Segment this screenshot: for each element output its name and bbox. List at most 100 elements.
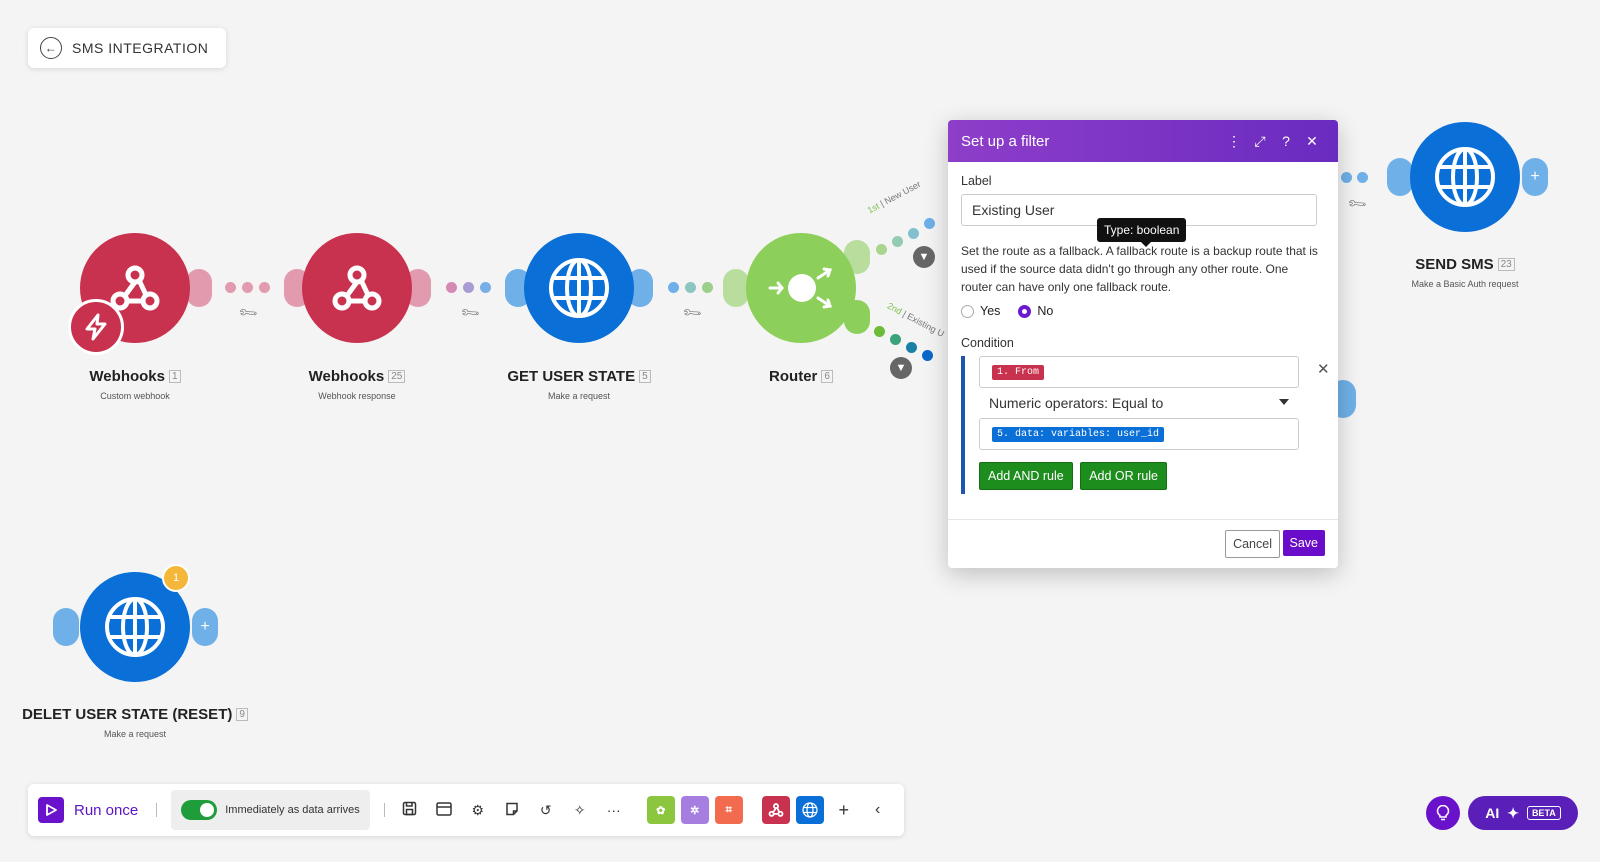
- expand-icon[interactable]: ⤢: [1247, 133, 1273, 150]
- flow-control-app-icon[interactable]: ✲: [680, 796, 709, 824]
- connector-dot: [242, 282, 253, 293]
- connector-dot: [908, 228, 919, 239]
- beta-badge: BETA: [1526, 806, 1561, 820]
- schedule-setting[interactable]: Immediately as data arrives: [171, 790, 370, 830]
- module-subtitle: Make a Basic Auth request: [1411, 279, 1519, 289]
- tools-app-icon[interactable]: ✿: [646, 796, 675, 824]
- connector-dot: [876, 244, 887, 255]
- operand-2-input[interactable]: 5. data: variables: user_id: [979, 418, 1299, 450]
- connector-dot: [874, 326, 885, 337]
- globe-icon: [1435, 147, 1495, 207]
- operand-1-input[interactable]: 1. From: [979, 356, 1299, 388]
- connector-dot: [463, 282, 474, 293]
- filter-icon[interactable]: ▼: [913, 246, 935, 268]
- module-id: 25: [388, 370, 406, 383]
- add-or-rule-button[interactable]: Add OR rule: [1080, 462, 1167, 490]
- module-name: SEND SMS: [1415, 256, 1494, 273]
- connector-dot: [892, 236, 903, 247]
- notes-icon[interactable]: [495, 802, 529, 819]
- settings-icon[interactable]: ⚙︎: [461, 802, 495, 819]
- undo-icon[interactable]: ↺: [529, 802, 563, 819]
- wrench-icon[interactable]: 🔧︎: [1346, 193, 1369, 216]
- module-name: DELET USER STATE (RESET): [22, 706, 233, 723]
- operator-value: Numeric operators: Equal to: [989, 395, 1164, 411]
- remove-condition-icon[interactable]: ✕: [1317, 360, 1330, 378]
- router-module[interactable]: [746, 233, 856, 343]
- module-label: Router 6: [671, 368, 931, 385]
- dialog-footer: Cancel Save: [948, 519, 1338, 568]
- module-connector: [53, 608, 79, 646]
- fallback-no-radio[interactable]: [1018, 304, 1032, 318]
- wrench-icon[interactable]: 🔧︎: [459, 302, 482, 325]
- route-label-new-user: 1st | New User: [865, 178, 923, 216]
- chevron-left-icon[interactable]: ‹: [861, 801, 895, 819]
- sparkle-icon: ✦: [1507, 804, 1519, 821]
- fallback-yes-label: Yes: [980, 304, 1001, 318]
- get-user-state-module[interactable]: [524, 233, 634, 343]
- run-once-label: Run once: [74, 801, 139, 819]
- text-parser-app-icon[interactable]: ⌗: [714, 796, 743, 824]
- back-arrow-icon[interactable]: ←: [40, 37, 62, 59]
- scheduling-icon[interactable]: [427, 801, 461, 819]
- operator-select[interactable]: Numeric operators: Equal to: [979, 388, 1299, 418]
- webhooks-app-icon[interactable]: [761, 796, 790, 824]
- connector-dot: [259, 282, 270, 293]
- module-id: 9: [236, 708, 248, 721]
- http-app-icon[interactable]: [795, 796, 824, 824]
- toolbar-divider: [383, 803, 385, 817]
- help-icon[interactable]: ?: [1273, 133, 1299, 149]
- wrench-icon[interactable]: 🔧︎: [681, 302, 704, 325]
- module-name: Webhooks: [89, 368, 165, 385]
- bottom-toolbar: Run once Immediately as data arrives ⚙︎ …: [28, 784, 904, 836]
- save-button[interactable]: Save: [1282, 530, 1325, 556]
- cancel-button[interactable]: Cancel: [1225, 530, 1280, 558]
- connector-dot: [702, 282, 713, 293]
- trigger-badge: [68, 299, 124, 355]
- fallback-yes-radio[interactable]: [961, 304, 974, 318]
- ai-assistant-button[interactable]: AI ✦ BETA: [1468, 796, 1578, 830]
- module-label: Webhooks 1 Custom webhook: [5, 368, 265, 401]
- module-label: DELET USER STATE (RESET) 9 Make a request: [5, 706, 265, 739]
- add-module-connector[interactable]: +: [192, 608, 218, 646]
- connector-dot: [480, 282, 491, 293]
- module-subtitle: Make a request: [547, 391, 611, 401]
- schedule-toggle[interactable]: [181, 800, 218, 820]
- connector-dot: [225, 282, 236, 293]
- filter-dialog: Set up a filter ⋮ ⤢ ? ✕ Label Existing U…: [948, 120, 1338, 568]
- magic-wand-icon[interactable]: ✧: [563, 802, 597, 819]
- connector-dot: [906, 342, 917, 353]
- connector-dot: [668, 282, 679, 293]
- webhooks-module-25[interactable]: [302, 233, 412, 343]
- save-icon[interactable]: [393, 801, 427, 819]
- close-icon[interactable]: ✕: [1299, 133, 1325, 150]
- fallback-radio-group: Yes No: [961, 304, 1325, 318]
- fallback-no-label: No: [1037, 304, 1054, 318]
- chevron-down-icon: [1279, 399, 1289, 405]
- dialog-header: Set up a filter ⋮ ⤢ ? ✕: [948, 120, 1338, 162]
- more-options-icon[interactable]: ⋮: [1221, 133, 1247, 150]
- webhook-icon: [332, 265, 382, 311]
- send-sms-module[interactable]: [1410, 122, 1520, 232]
- scenario-title-card: ← SMS INTEGRATION: [28, 28, 227, 68]
- wrench-icon[interactable]: 🔧︎: [237, 302, 260, 325]
- module-subtitle: Webhook response: [318, 391, 396, 401]
- run-once-button[interactable]: Run once: [38, 797, 138, 823]
- lightbulb-icon[interactable]: [1426, 796, 1460, 830]
- ai-label: AI: [1485, 805, 1500, 821]
- module-name: Webhooks: [308, 368, 385, 385]
- globe-icon: [105, 597, 165, 657]
- connector-dot: [922, 350, 933, 361]
- more-icon[interactable]: ···: [597, 802, 631, 818]
- operand-2-pill[interactable]: 5. data: variables: user_id: [992, 426, 1165, 442]
- module-label: GET USER STATE 5 Make a request: [449, 368, 709, 401]
- label-heading: Label: [961, 174, 992, 188]
- globe-icon: [549, 258, 609, 318]
- operand-1-pill[interactable]: 1. From: [992, 364, 1045, 380]
- module-label: Webhooks 25 Webhook response: [227, 368, 487, 401]
- module-subtitle: Custom webhook: [100, 391, 170, 401]
- add-module-connector[interactable]: +: [1522, 158, 1548, 196]
- module-id: 1: [169, 370, 181, 383]
- module-id: 6: [821, 370, 833, 383]
- add-icon[interactable]: +: [827, 800, 861, 821]
- add-and-rule-button[interactable]: Add AND rule: [979, 462, 1073, 490]
